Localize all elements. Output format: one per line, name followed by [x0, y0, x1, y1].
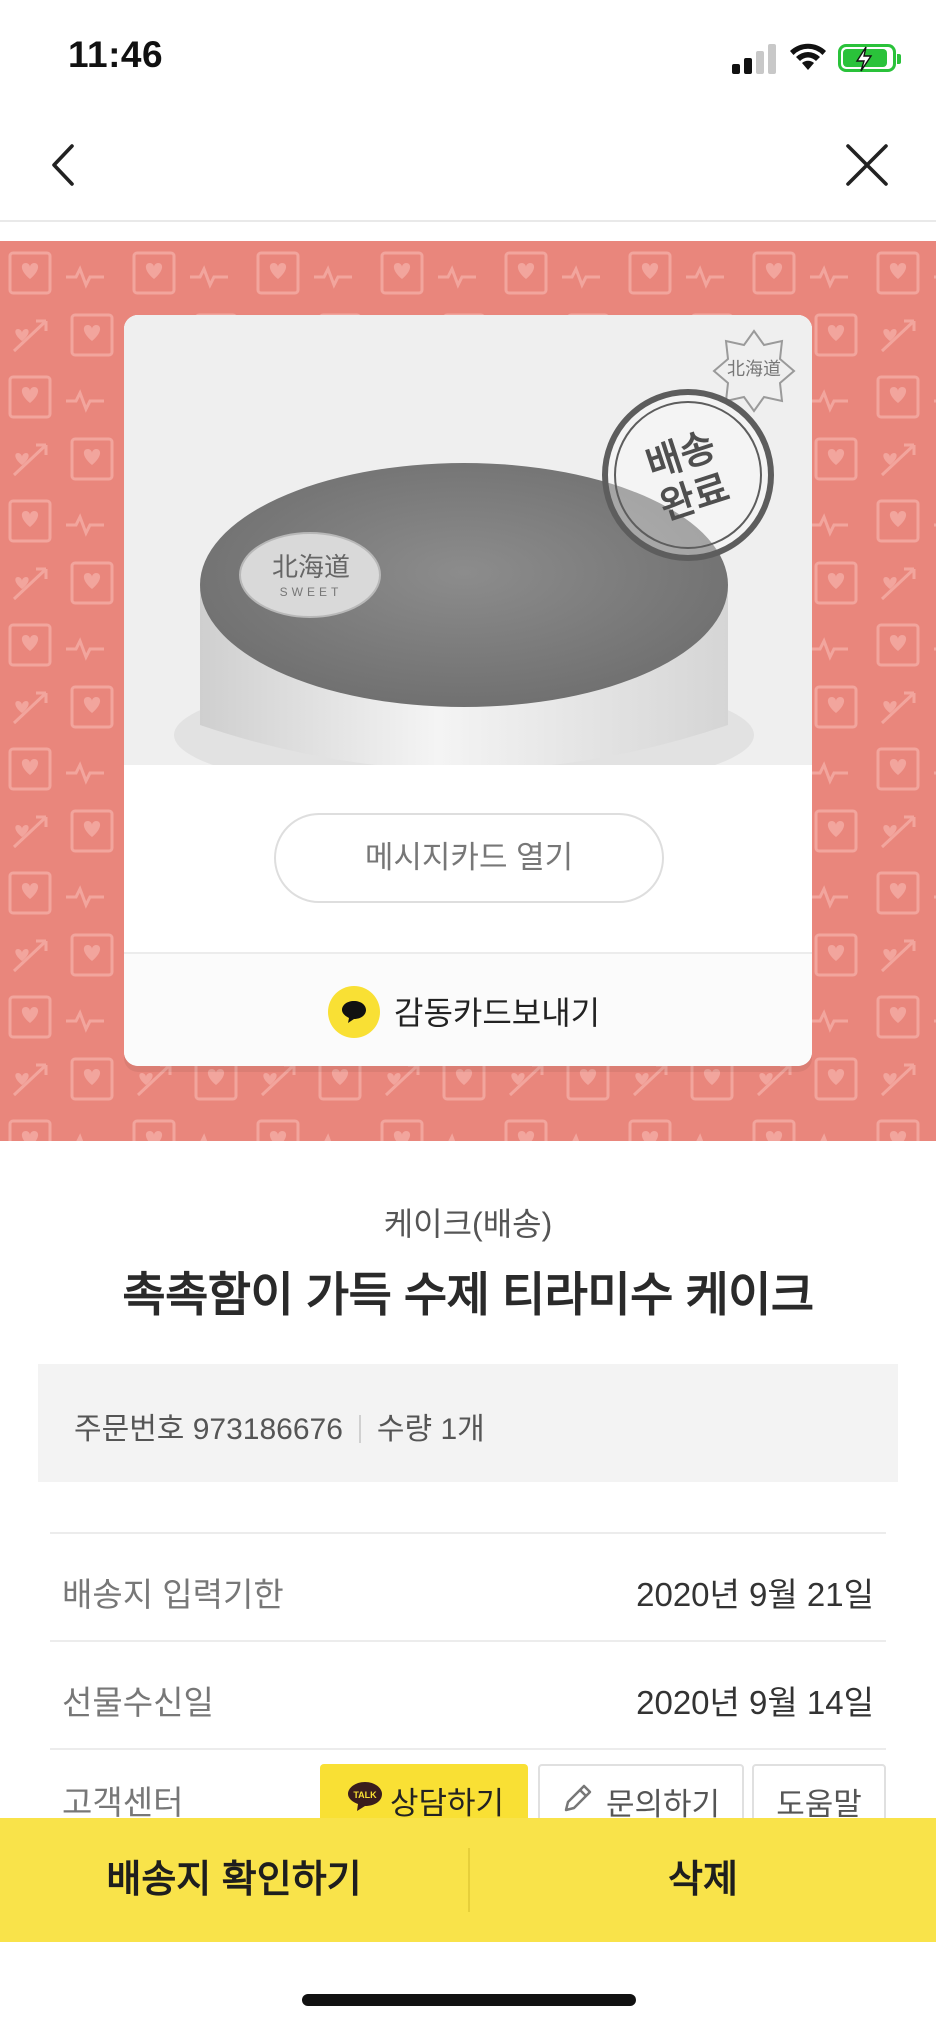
product-title: 촉촉함이 가득 수제 티라미수 케이크	[122, 1268, 814, 1321]
detail-value: 2020년 9월 21일	[636, 1576, 874, 1613]
row-divider	[50, 1640, 886, 1642]
consult-button[interactable]: TALK 상담하기	[320, 1764, 528, 1826]
confirm-address-button[interactable]: 배송지 확인하기	[0, 1818, 468, 1942]
inquiry-button[interactable]: 문의하기	[538, 1764, 744, 1826]
customer-center-label: 고객센터	[62, 1784, 184, 1821]
pencil-icon	[564, 1784, 592, 1812]
delivery-complete-stamp: 배송 완료	[602, 389, 774, 561]
talk-bubble-icon: TALK	[348, 1782, 382, 1811]
battery-icon	[838, 44, 901, 72]
detail-label: 배송지 입력기한	[62, 1576, 284, 1613]
order-separator	[358, 1415, 361, 1443]
brand-logo-text: 北海道	[727, 359, 781, 380]
customer-center-row: 고객센터 TALK 상담하기 문의하기 도움말	[62, 1764, 892, 1826]
open-message-card-button[interactable]: 메시지카드 열기	[274, 813, 664, 903]
svg-text:TALK: TALK	[353, 1790, 377, 1800]
wifi-icon	[790, 43, 826, 70]
product-category: 케이크(배송)	[383, 1206, 553, 1242]
cake-plaque-brand: 北海道	[271, 553, 350, 583]
kakao-talk-icon	[328, 986, 380, 1038]
detail-row-address-deadline: 배송지 입력기한 2020년 9월 21일	[62, 1556, 874, 1616]
consult-button-label: 상담하기	[390, 1786, 505, 1821]
cake-plaque-sub: SWEET	[279, 585, 343, 599]
order-quantity: 수량 1개	[376, 1413, 485, 1446]
send-thanks-card-label: 감동카드보내기	[394, 995, 601, 1031]
order-number: 주문번호 973186676	[74, 1413, 343, 1446]
bottom-action-bar: 배송지 확인하기 삭제	[0, 1818, 936, 1942]
send-thanks-card-button[interactable]: 감동카드보내기	[124, 954, 812, 1066]
detail-value: 2020년 9월 14일	[636, 1684, 874, 1721]
close-icon[interactable]	[842, 140, 892, 190]
detail-label: 선물수신일	[62, 1684, 214, 1721]
gift-hero-section: 北海道 SWEET 北海道 배송 완료 메시지카드 열기 감동카드보내기	[0, 241, 936, 1141]
cellular-signal-icon	[732, 42, 778, 74]
product-photo: 北海道 SWEET 北海道 배송 완료	[124, 315, 812, 765]
help-button[interactable]: 도움말	[752, 1764, 886, 1826]
home-indicator[interactable]	[302, 1994, 636, 2006]
row-divider	[50, 1748, 886, 1750]
status-bar: 11:46	[0, 0, 936, 110]
order-summary: 주문번호 973186676 수량 1개	[38, 1364, 898, 1482]
navigation-bar	[0, 110, 936, 222]
status-time: 11:46	[68, 34, 164, 75]
row-divider	[50, 1532, 886, 1534]
detail-row-gift-received-date: 선물수신일 2020년 9월 14일	[62, 1664, 874, 1724]
gift-card: 北海道 SWEET 北海道 배송 완료 메시지카드 열기 감동카드보내기	[124, 315, 812, 1066]
back-arrow-icon[interactable]	[40, 140, 90, 190]
delete-button[interactable]: 삭제	[470, 1818, 936, 1942]
